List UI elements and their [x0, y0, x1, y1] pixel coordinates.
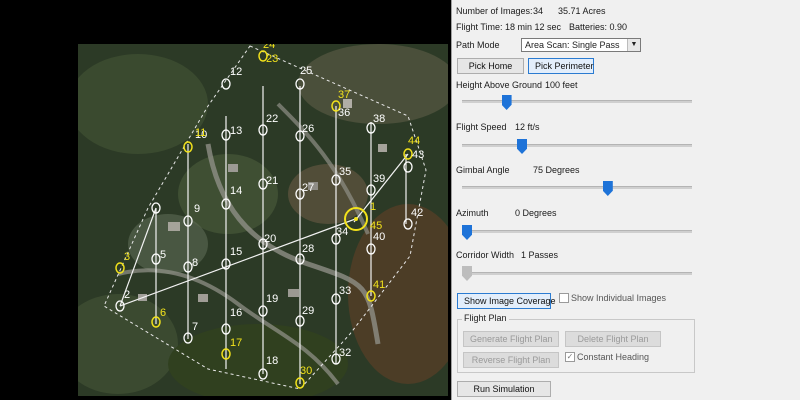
- svg-text:23: 23: [266, 53, 278, 65]
- azimuth-label: Azimuth: [456, 208, 489, 218]
- pick-home-button[interactable]: Pick Home: [457, 58, 524, 74]
- show-image-coverage-button[interactable]: Show Image Coverage: [457, 293, 556, 309]
- svg-text:9: 9: [194, 203, 200, 215]
- show-individual-checkbox[interactable]: [559, 293, 569, 303]
- pick-perimeter-button[interactable]: Pick Perimeter: [528, 58, 594, 74]
- path-mode-label: Path Mode: [456, 40, 500, 50]
- svg-text:27: 27: [302, 182, 314, 194]
- svg-text:38: 38: [373, 113, 385, 125]
- svg-text:21: 21: [266, 175, 278, 187]
- area-acres: 35.71 Acres: [558, 6, 606, 16]
- svg-text:6: 6: [160, 307, 166, 319]
- gimbal-value: 75 Degrees: [533, 165, 580, 175]
- constant-heading-checkbox[interactable]: ✓: [565, 352, 575, 362]
- aerial-map[interactable]: 2 5 7 8 9 10 12 13 14 15 16 18 19 20 21 …: [78, 44, 448, 396]
- generate-flight-plan-button[interactable]: Generate Flight Plan: [463, 331, 559, 347]
- run-simulation-button[interactable]: Run Simulation: [457, 381, 551, 397]
- svg-text:32: 32: [339, 347, 351, 359]
- svg-text:42: 42: [411, 207, 423, 219]
- svg-text:33: 33: [339, 285, 351, 297]
- svg-text:44: 44: [408, 135, 420, 147]
- chevron-down-icon: ▼: [627, 39, 640, 51]
- speed-label: Flight Speed: [456, 122, 507, 132]
- svg-text:30: 30: [300, 365, 312, 377]
- svg-text:19: 19: [266, 293, 278, 305]
- svg-text:36: 36: [338, 107, 350, 119]
- reverse-flight-plan-button[interactable]: Reverse Flight Plan: [463, 352, 559, 368]
- height-value: 100 feet: [545, 80, 578, 90]
- speed-value: 12 ft/s: [515, 122, 540, 132]
- svg-text:16: 16: [230, 307, 242, 319]
- svg-text:28: 28: [302, 243, 314, 255]
- corridor-label: Corridor Width: [456, 250, 515, 260]
- svg-text:37: 37: [338, 89, 350, 101]
- show-individual-label: Show Individual Images: [571, 293, 667, 303]
- svg-text:29: 29: [302, 305, 314, 317]
- image-count-value: 34: [533, 6, 544, 16]
- svg-text:40: 40: [373, 231, 385, 243]
- path-mode-value: Area Scan: Single Pass: [525, 40, 620, 50]
- height-label: Height Above Ground: [456, 80, 543, 90]
- gimbal-slider-track[interactable]: [462, 186, 692, 189]
- svg-text:39: 39: [373, 173, 385, 185]
- corridor-value: 1 Passes: [521, 250, 559, 260]
- svg-text:35: 35: [339, 166, 351, 178]
- svg-text:20: 20: [264, 233, 276, 245]
- flight-plan-title: Flight Plan: [462, 313, 509, 323]
- image-count-label: Number of Images:: [456, 6, 533, 16]
- path-mode-select[interactable]: Area Scan: Single Pass ▼: [521, 38, 641, 52]
- speed-slider-track[interactable]: [462, 144, 692, 147]
- svg-text:18: 18: [266, 355, 278, 367]
- svg-text:43: 43: [412, 149, 424, 161]
- svg-text:15: 15: [230, 246, 242, 258]
- svg-text:22: 22: [266, 113, 278, 125]
- corridor-slider-track[interactable]: [462, 272, 692, 275]
- svg-text:12: 12: [230, 66, 242, 78]
- flight-path-overlay: 2 5 7 8 9 10 12 13 14 15 16 18 19 20 21 …: [78, 44, 448, 396]
- svg-text:26: 26: [302, 123, 314, 135]
- svg-text:7: 7: [192, 321, 198, 333]
- azimuth-value: 0 Degrees: [515, 208, 557, 218]
- svg-text:8: 8: [192, 257, 198, 269]
- svg-text:25: 25: [300, 65, 312, 77]
- svg-text:45: 45: [370, 220, 382, 232]
- svg-text:3: 3: [124, 251, 130, 263]
- svg-text:17: 17: [230, 337, 242, 349]
- svg-text:2: 2: [124, 289, 130, 301]
- constant-heading-label: Constant Heading: [577, 352, 650, 362]
- flight-time: Flight Time: 18 min 12 sec: [456, 22, 562, 32]
- azimuth-slider-track[interactable]: [462, 230, 692, 233]
- svg-text:5: 5: [160, 249, 166, 261]
- delete-flight-plan-button[interactable]: Delete Flight Plan: [565, 331, 661, 347]
- batteries: Batteries: 0.90: [569, 22, 628, 32]
- svg-text:24: 24: [263, 44, 275, 51]
- svg-text:13: 13: [230, 125, 242, 137]
- svg-text:1: 1: [370, 201, 376, 213]
- svg-text:14: 14: [230, 185, 242, 197]
- svg-text:11: 11: [195, 127, 206, 139]
- svg-text:34: 34: [336, 226, 348, 238]
- gimbal-label: Gimbal Angle: [456, 165, 510, 175]
- height-slider-track[interactable]: [462, 100, 692, 103]
- svg-text:41: 41: [373, 279, 385, 291]
